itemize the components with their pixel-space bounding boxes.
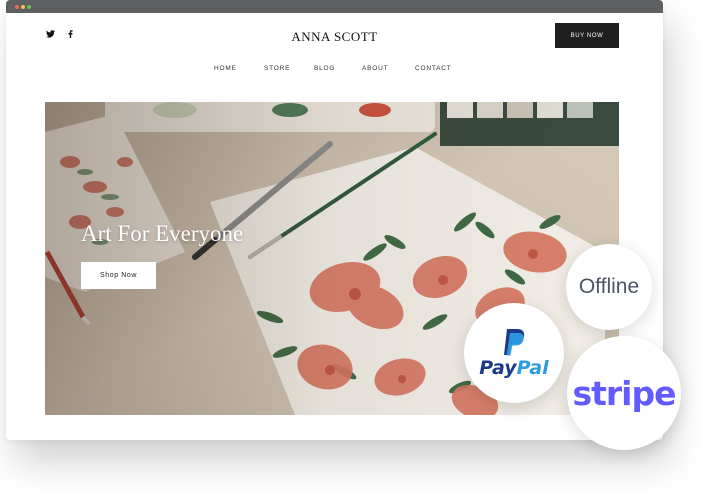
nav-item-about[interactable]: ABOUT [362, 65, 388, 72]
browser-titlebar [6, 0, 663, 13]
paypal-badge: PayPal [464, 303, 564, 403]
stripe-badge: stripe [567, 336, 681, 450]
offline-payment-badge: Offline [566, 244, 652, 330]
buy-now-button[interactable]: BUY NOW [555, 23, 619, 48]
nav-item-home[interactable]: HOME [214, 65, 237, 72]
offline-label: Offline [578, 275, 640, 298]
minimize-window-dot[interactable] [21, 5, 25, 9]
main-nav: HOME STORE BLOG ABOUT CONTACT [6, 65, 663, 75]
maximize-window-dot[interactable] [27, 5, 31, 9]
paypal-logo-icon [504, 328, 525, 355]
nav-item-store[interactable]: STORE [264, 65, 290, 72]
nav-item-contact[interactable]: CONTACT [415, 65, 452, 72]
nav-item-blog[interactable]: BLOG [314, 65, 335, 72]
stripe-logo: stripe [572, 373, 676, 413]
browser-window: ANNA SCOTT BUY NOW HOME STORE BLOG ABOUT… [6, 0, 663, 440]
paypal-word-pay: Pay [479, 356, 517, 379]
paypal-word-pal: Pal [516, 356, 549, 379]
close-window-dot[interactable] [15, 5, 19, 9]
shop-now-button[interactable]: Shop Now [81, 262, 156, 289]
hero-title: Art For Everyone [81, 221, 244, 246]
